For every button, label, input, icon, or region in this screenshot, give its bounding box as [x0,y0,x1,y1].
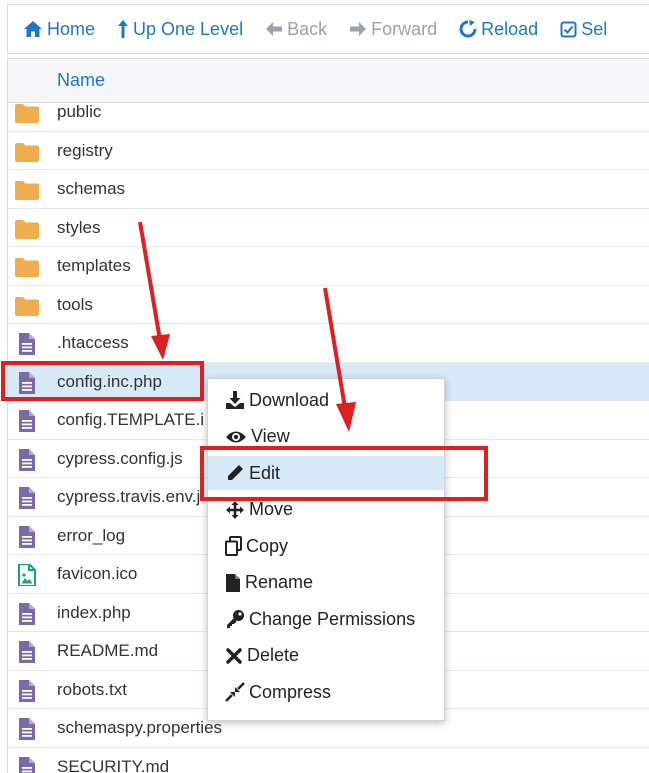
file-name[interactable]: cypress.config.js [57,449,183,469]
file-name[interactable]: README.md [57,641,158,661]
file-icon [14,487,40,509]
eye-icon [208,429,251,445]
table-row[interactable]: schemas [8,170,649,209]
reload-label: Reload [481,19,538,40]
menu-item-compress[interactable]: Compress [208,675,444,709]
move-icon [208,500,249,520]
arrow-right-icon [349,21,367,37]
annotation-box-file [1,361,204,401]
menu-item-download[interactable]: Download [208,383,444,417]
file-name[interactable]: styles [57,218,100,238]
image-file-icon [14,564,40,586]
table-row[interactable]: styles [8,209,649,248]
menu-item-label: Rename [245,572,313,593]
menu-item-label: Move [249,499,293,520]
folder-icon [14,141,40,163]
menu-item-label: Compress [249,682,331,703]
table-row[interactable]: registry [8,132,649,171]
file-icon [14,757,40,773]
table-row[interactable]: SECURITY.md [8,748,649,773]
file-name[interactable]: templates [57,256,131,276]
toolbar: Home Up One Level Back Forward Reload Se… [7,4,649,54]
file-icon [14,449,40,471]
file-name[interactable]: cypress.travis.env.j [57,487,200,507]
copy-icon [208,536,246,556]
menu-item-change-permissions[interactable]: Change Permissions [208,602,444,636]
close-icon [208,647,247,665]
folder-icon [14,256,40,278]
select-all-label: Sel [581,19,607,40]
file-icon [14,603,40,625]
menu-item-label: View [251,426,290,447]
file-name[interactable]: tools [57,295,93,315]
menu-item-label: Download [249,390,329,411]
up-one-level-label: Up One Level [133,19,243,40]
file-name[interactable]: error_log [57,526,125,546]
file-icon [14,526,40,548]
file-name[interactable]: config.TEMPLATE.i [57,410,204,430]
home-button[interactable]: Home [23,19,95,40]
file-icon [14,680,40,702]
folder-icon [14,218,40,240]
file-name[interactable]: registry [57,141,113,161]
forward-label: Forward [371,19,437,40]
file-icon [14,641,40,663]
forward-button[interactable]: Forward [349,19,437,40]
menu-item-rename[interactable]: Rename [208,566,444,600]
arrow-left-icon [265,21,283,37]
file-name[interactable]: schemaspy.properties [57,718,222,738]
table-row[interactable]: public [8,93,649,132]
home-label: Home [47,19,95,40]
file-name[interactable]: public [57,102,101,122]
table-row[interactable]: tools [8,286,649,325]
folder-icon [14,179,40,201]
file-icon [14,410,40,432]
file-name[interactable]: index.php [57,603,131,623]
up-one-level-button[interactable]: Up One Level [117,19,243,40]
reload-button[interactable]: Reload [459,19,538,40]
file-name[interactable]: .htaccess [57,333,129,353]
key-icon [208,609,249,629]
menu-item-copy[interactable]: Copy [208,529,444,563]
table-row[interactable]: templates [8,247,649,286]
menu-item-delete[interactable]: Delete [208,639,444,673]
table-row[interactable]: .htaccess [8,324,649,363]
file-icon [14,333,40,355]
back-label: Back [287,19,327,40]
folder-icon [14,102,40,124]
file-name[interactable]: favicon.ico [57,564,137,584]
menu-item-label: Copy [246,536,288,557]
name-column-header[interactable]: Name [57,70,105,91]
file-icon [14,718,40,740]
reload-icon [459,20,477,38]
menu-item-label: Change Permissions [249,609,415,630]
select-all-button[interactable]: Sel [560,19,607,40]
back-button[interactable]: Back [265,19,327,40]
checkbox-icon [560,21,577,38]
context-menu: DownloadViewEditMoveCopyRenameChange Per… [207,378,445,721]
download-icon [208,390,249,410]
arrow-up-icon [117,19,129,39]
file-icon [208,573,245,593]
home-icon [23,20,43,38]
file-name[interactable]: SECURITY.md [57,757,169,773]
compress-icon [208,682,249,702]
annotation-box-edit [200,446,488,501]
folder-icon [14,295,40,317]
file-name[interactable]: robots.txt [57,680,127,700]
menu-item-label: Delete [247,645,299,666]
file-name[interactable]: schemas [57,179,125,199]
